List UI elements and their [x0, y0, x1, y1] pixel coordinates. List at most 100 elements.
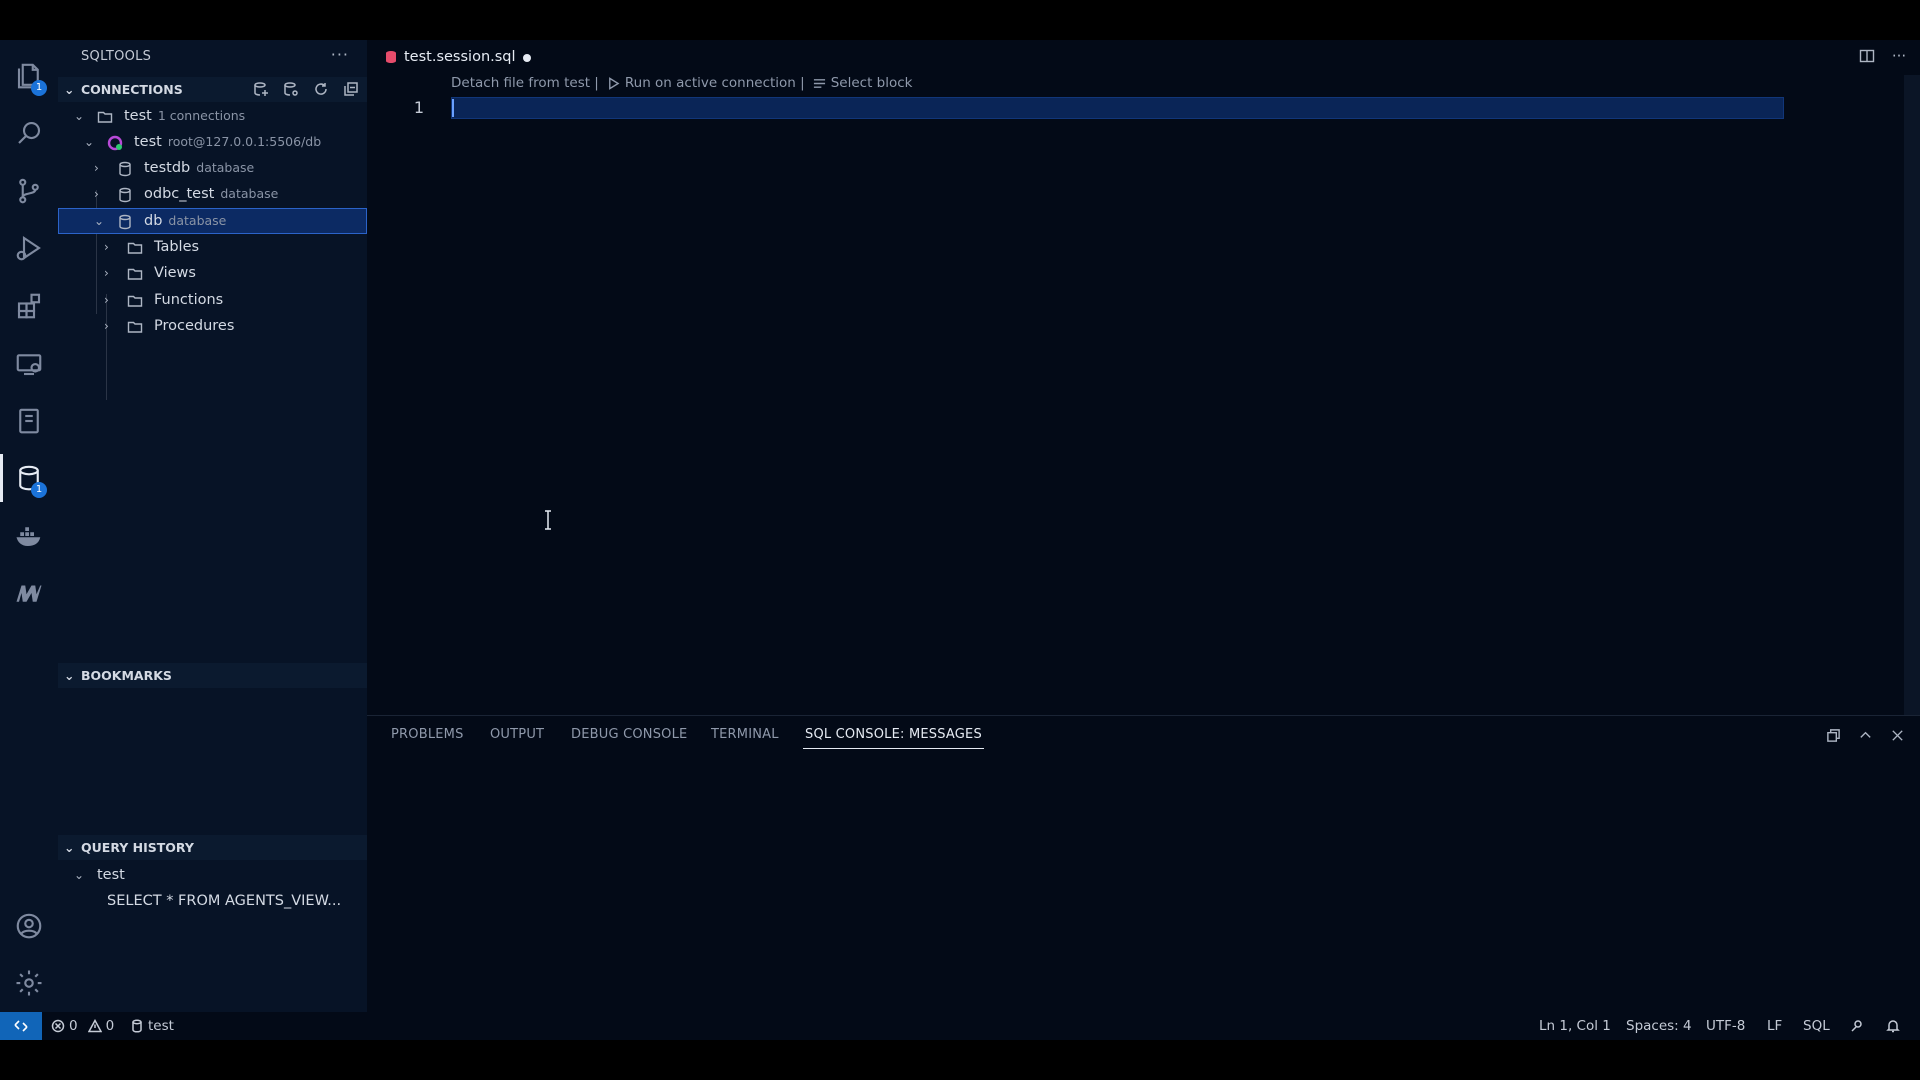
problems-indicator[interactable]: 0 0	[51, 1012, 114, 1040]
panel-toggle-button[interactable]	[1856, 726, 1874, 744]
database-icon	[132, 1019, 142, 1033]
chevron-right-icon: ›	[104, 240, 109, 254]
tree-item-desc: 1 connections	[157, 108, 246, 123]
tree-item-database-odbc-test[interactable]: › odbc_test database	[58, 181, 367, 207]
tree-item-connection-group[interactable]: ⌄ test 1 connections	[58, 103, 367, 129]
activity-settings[interactable]	[0, 957, 58, 1009]
tree-item-procedures[interactable]: › Procedures	[58, 313, 367, 339]
error-icon	[51, 1019, 65, 1033]
collapse-all-button[interactable]	[341, 79, 361, 99]
tree-item-database-db[interactable]: ⌄ db database	[58, 208, 367, 234]
tree-item-functions[interactable]: › Functions	[58, 287, 367, 313]
database-icon	[117, 186, 133, 203]
account-icon	[16, 913, 42, 939]
tree-item-database-testdb[interactable]: › testdb database	[58, 155, 367, 181]
folder-icon	[127, 239, 143, 255]
tree-item-label: Procedures	[154, 318, 235, 334]
run-active-connection-link[interactable]: Run on active connection |	[607, 74, 805, 92]
search-icon	[18, 121, 41, 144]
database-icon	[117, 160, 133, 177]
activity-bar: 1 1	[0, 40, 58, 1012]
add-new-connection-button[interactable]	[281, 79, 301, 99]
tab-debug-console[interactable]: DEBUG CONSOLE	[571, 716, 687, 754]
connection-name: test	[148, 1018, 174, 1034]
tab-output[interactable]: OUTPUT	[490, 716, 544, 754]
detach-file-link[interactable]: Detach file from test |	[451, 74, 599, 92]
activity-notebook[interactable]	[0, 395, 58, 447]
tab-sql-console-messages[interactable]: SQL CONSOLE: MESSAGES	[803, 716, 984, 754]
cursor-position[interactable]: Ln 1, Col 1	[1539, 1012, 1611, 1040]
query-history-section-header[interactable]: ⌄ QUERY HISTORY	[58, 835, 367, 860]
add-connection-button[interactable]	[251, 79, 271, 99]
chevron-up-icon	[1859, 731, 1871, 738]
select-block-link[interactable]: Select block	[813, 74, 912, 92]
chevron-right-icon: ›	[94, 161, 99, 175]
tree-item-views[interactable]: › Views	[58, 260, 367, 286]
activity-accounts[interactable]	[0, 900, 58, 952]
editor-scrollbar[interactable]	[1904, 75, 1920, 753]
activity-run-debug[interactable]	[0, 222, 58, 274]
maximize-panel-button[interactable]	[1824, 726, 1842, 744]
tree-item-tables[interactable]: › Tables	[58, 234, 367, 260]
notifications-button[interactable]	[1886, 1012, 1900, 1040]
database-icon	[117, 213, 133, 230]
activity-extensions[interactable]	[0, 280, 58, 332]
remote-indicator[interactable]	[0, 1012, 42, 1040]
history-group[interactable]: ⌄ test	[58, 862, 367, 888]
chevron-down-icon: ⌄	[64, 668, 75, 683]
warning-count: 0	[105, 1018, 115, 1034]
activity-source-control[interactable]	[0, 165, 58, 217]
activity-search[interactable]	[0, 107, 58, 159]
tab-problems[interactable]: PROBLEMS	[391, 716, 464, 754]
activity-docker[interactable]	[0, 510, 58, 562]
sidebar-more-button[interactable]: ···	[331, 40, 349, 70]
refresh-button[interactable]	[311, 79, 331, 99]
chevron-right-icon: ›	[104, 319, 109, 333]
history-group-label: test	[97, 867, 125, 883]
language-mode[interactable]: SQL	[1803, 1012, 1830, 1040]
play-icon	[608, 76, 620, 90]
folder-icon	[127, 265, 143, 281]
mouse-ibeam-icon	[545, 510, 551, 530]
end-of-line[interactable]: LF	[1767, 1012, 1782, 1040]
tree-item-label: odbc_test	[144, 186, 215, 202]
editor-current-line[interactable]	[451, 97, 1784, 119]
activity-extension-m[interactable]	[0, 567, 58, 619]
tree-item-connection[interactable]: ⌄ test root@127.0.0.1:5506/db	[58, 129, 367, 155]
remote-explorer-icon	[16, 354, 42, 376]
run-label: Run on active connection |	[624, 75, 805, 91]
feedback-button[interactable]	[1850, 1012, 1864, 1040]
split-editor-icon	[1859, 49, 1875, 63]
activity-explorer[interactable]: 1	[0, 50, 58, 102]
activity-sqltools[interactable]: 1	[0, 452, 58, 504]
close-panel-button[interactable]	[1888, 726, 1906, 744]
activity-remote-explorer[interactable]	[0, 338, 58, 390]
tree-item-label: Views	[154, 265, 196, 281]
sidebar: SQLTOOLS ··· ⌄ CONNECTIONS ⌄ test 1 conne…	[58, 40, 367, 1012]
encoding[interactable]: UTF-8	[1706, 1012, 1745, 1040]
docker-icon	[16, 527, 41, 546]
tree-item-desc: database	[220, 186, 279, 201]
refresh-icon	[315, 83, 327, 95]
error-count: 0	[69, 1018, 78, 1034]
explorer-badge: 1	[31, 80, 47, 96]
text-cursor	[452, 99, 454, 117]
bottom-panel: PROBLEMS OUTPUT DEBUG CONSOLE TERMINAL S…	[367, 715, 1920, 1013]
bookmarks-section-header[interactable]: ⌄ BOOKMARKS	[58, 663, 367, 688]
indentation[interactable]: Spaces: 4	[1626, 1012, 1692, 1040]
unsaved-dot-icon[interactable]	[523, 54, 531, 62]
tree-item-desc: root@127.0.0.1:5506/db	[167, 134, 322, 149]
folder-icon	[97, 108, 113, 124]
tab-terminal[interactable]: TERMINAL	[711, 716, 779, 754]
bookmarks-label: BOOKMARKS	[81, 668, 172, 683]
warning-icon	[87, 1019, 102, 1033]
tab-test-session-sql[interactable]: test.session.sql	[367, 40, 545, 75]
active-connection-indicator[interactable]: test	[130, 1012, 174, 1040]
connections-section-header[interactable]: ⌄ CONNECTIONS	[58, 77, 367, 102]
lines-icon	[813, 78, 825, 88]
history-item[interactable]: SELECT * FROM AGENTS_VIEW...	[58, 888, 367, 914]
collapse-all-icon	[344, 82, 358, 96]
split-editor-button[interactable]	[1858, 47, 1876, 65]
more-actions-button[interactable]: ···	[1890, 47, 1908, 65]
tree-item-label: Tables	[154, 239, 200, 255]
